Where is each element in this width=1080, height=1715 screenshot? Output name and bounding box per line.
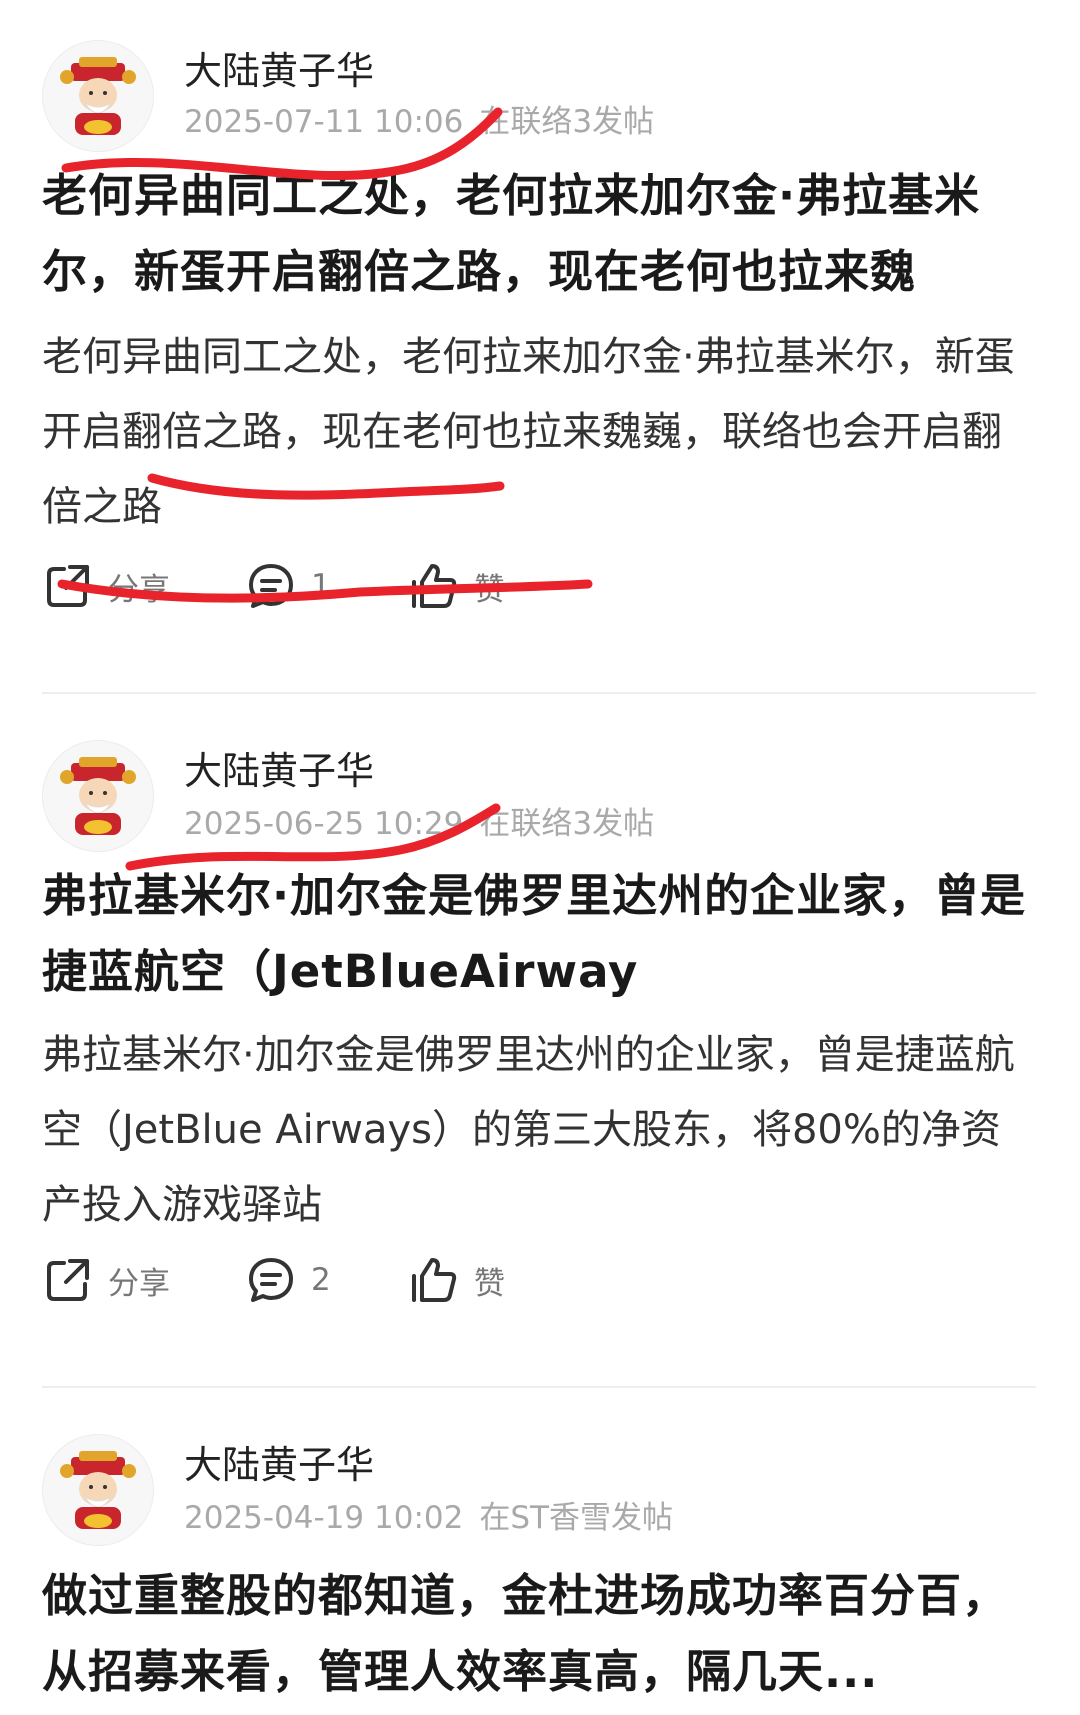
like-button[interactable]: 赞 [408,556,505,616]
post-date: 2025-07-11 10:06 [184,104,464,140]
avatar[interactable] [42,40,154,152]
share-icon [47,565,89,607]
post-source[interactable]: 在ST香雪发帖 [479,1500,673,1536]
comment-button[interactable]: 1 [245,556,331,616]
username[interactable]: 大陆黄子华 [184,740,374,795]
share-button[interactable]: 分享 [42,1250,170,1310]
post-meta: 2025-07-11 10:06 在联络3发帖 [184,96,654,141]
post-source[interactable]: 在联络3发帖 [479,806,654,842]
post-divider [42,692,1036,694]
avatar[interactable] [42,1434,154,1546]
post-divider [42,1386,1036,1388]
share-label: 分享 [108,571,170,608]
post-actions: 分享 1 赞 [42,556,742,616]
post-title[interactable]: 弗拉基米尔·加尔金是佛罗里达州的企业家，曾是捷蓝航空（JetBlueAirway [42,858,1032,1010]
thumbs-up-icon [412,564,457,608]
fortune-god-avatar-icon [43,41,153,151]
post-date: 2025-04-19 10:02 [184,1500,464,1536]
post-title[interactable]: 做过重整股的都知道，金杜进场成功率百分百，从招募来看，管理人效率真高，隔几天..… [42,1558,1032,1710]
username[interactable]: 大陆黄子华 [184,1434,374,1489]
fortune-god-avatar-icon [43,741,153,851]
post-title[interactable]: 老何异曲同工之处，老何拉来加尔金·弗拉基米尔，新蛋开启翻倍之路，现在老何也拉来魏 [42,158,1032,310]
post-meta: 2025-06-25 10:29 在联络3发帖 [184,798,654,843]
username[interactable]: 大陆黄子华 [184,40,374,95]
comment-count: 2 [311,1262,331,1298]
like-label: 赞 [474,1265,505,1302]
post-feed: 大陆黄子华 2025-07-11 10:06 在联络3发帖 老何异曲同工之处，老何… [0,0,1080,1715]
share-label: 分享 [108,1265,170,1302]
like-label: 赞 [474,571,505,608]
share-button[interactable]: 分享 [42,556,170,616]
like-button[interactable]: 赞 [408,1250,505,1310]
avatar[interactable] [42,740,154,852]
comment-button[interactable]: 2 [245,1250,331,1310]
share-icon [47,1259,89,1301]
thumbs-up-icon [412,1258,457,1302]
comment-icon [249,1258,293,1302]
post-meta: 2025-04-19 10:02 在ST香雪发帖 [184,1492,673,1537]
post-actions: 分享 2 赞 [42,1250,742,1310]
post-body[interactable]: 老何异曲同工之处，老何拉来加尔金·弗拉基米尔，新蛋开启翻倍之路，现在老何也拉来魏… [42,320,1032,545]
post-body[interactable]: 弗拉基米尔·加尔金是佛罗里达州的企业家，曾是捷蓝航空（JetBlue Airwa… [42,1018,1032,1243]
comment-icon [249,564,293,608]
post-date: 2025-06-25 10:29 [184,806,464,842]
post-source[interactable]: 在联络3发帖 [479,104,654,140]
fortune-god-avatar-icon [43,1435,153,1545]
comment-count: 1 [311,568,331,604]
